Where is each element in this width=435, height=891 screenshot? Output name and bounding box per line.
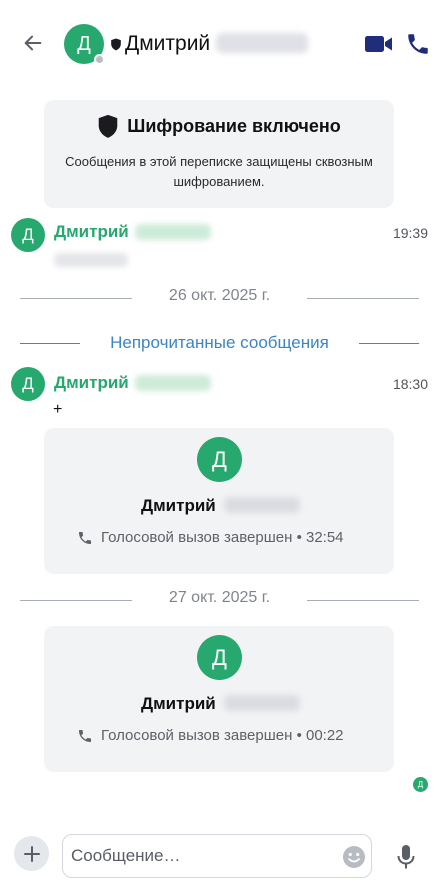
emoji-icon[interactable] [342, 845, 366, 869]
microphone-icon[interactable] [394, 844, 418, 870]
back-button[interactable] [18, 28, 48, 58]
sender-avatar[interactable]: Д [11, 218, 45, 252]
date-separator: 26 окт. 2025 г. [20, 287, 419, 311]
attach-button[interactable] [14, 836, 49, 871]
caller-name: Дмитрий [141, 496, 216, 515]
date-separator: 27 окт. 2025 г. [20, 589, 419, 613]
sender-name[interactable]: Дмитрий [54, 373, 129, 393]
sender-name[interactable]: Дмитрий [54, 222, 129, 242]
read-receipt-avatar: Д [413, 777, 428, 792]
call-summary-card[interactable]: Д Дмитрий Голосовой вызов завершен • 00:… [44, 626, 394, 772]
call-status-text: Голосовой вызов завершен • 00:22 [101, 727, 344, 744]
sender-surname-redacted [135, 375, 211, 391]
call-summary-card[interactable]: Д Дмитрий Голосовой вызов завершен • 32:… [44, 428, 394, 574]
phone-icon [79, 531, 91, 544]
encryption-notice: Шифрование включено Сообщения в этой пер… [44, 100, 394, 208]
sender-surname-redacted [135, 224, 211, 240]
message-time: 19:39 [392, 225, 428, 241]
contact-surname-redacted [216, 33, 308, 53]
chat-header: Д Дмитрий [0, 0, 435, 78]
call-status-text: Голосовой вызов завершен • 32:54 [101, 529, 344, 546]
sender-avatar[interactable]: Д [11, 367, 45, 401]
offline-status-dot [94, 54, 105, 65]
caller-surname-redacted [224, 497, 300, 513]
contact-name[interactable]: Дмитрий [125, 32, 210, 56]
voice-call-button[interactable] [405, 31, 431, 57]
plus-icon [23, 845, 40, 862]
message-input-box[interactable] [62, 834, 372, 878]
date-separator-text: 27 окт. 2025 г. [168, 589, 271, 606]
message-input[interactable] [71, 839, 333, 873]
caller-avatar: Д [197, 437, 242, 482]
message-composer [0, 826, 435, 891]
phone-icon [79, 729, 91, 742]
phone-icon [408, 34, 428, 54]
caller-surname-redacted [224, 695, 300, 711]
unread-messages-separator: Непрочитанные сообщения [20, 332, 419, 356]
encryption-text: Сообщения в этой переписке защищены скво… [65, 154, 373, 189]
message-time: 18:30 [392, 376, 428, 392]
shield-icon [111, 38, 121, 51]
message-body-redacted[interactable] [54, 253, 128, 267]
caller-avatar: Д [197, 635, 242, 680]
shield-icon [98, 114, 118, 138]
back-arrow-icon [24, 35, 42, 51]
message-text[interactable]: + [53, 401, 62, 419]
video-call-icon [365, 36, 392, 52]
encryption-title: Шифрование включено [127, 116, 341, 136]
caller-name: Дмитрий [141, 694, 216, 713]
video-call-button[interactable] [364, 33, 394, 55]
date-separator-text: 26 окт. 2025 г. [168, 287, 271, 304]
